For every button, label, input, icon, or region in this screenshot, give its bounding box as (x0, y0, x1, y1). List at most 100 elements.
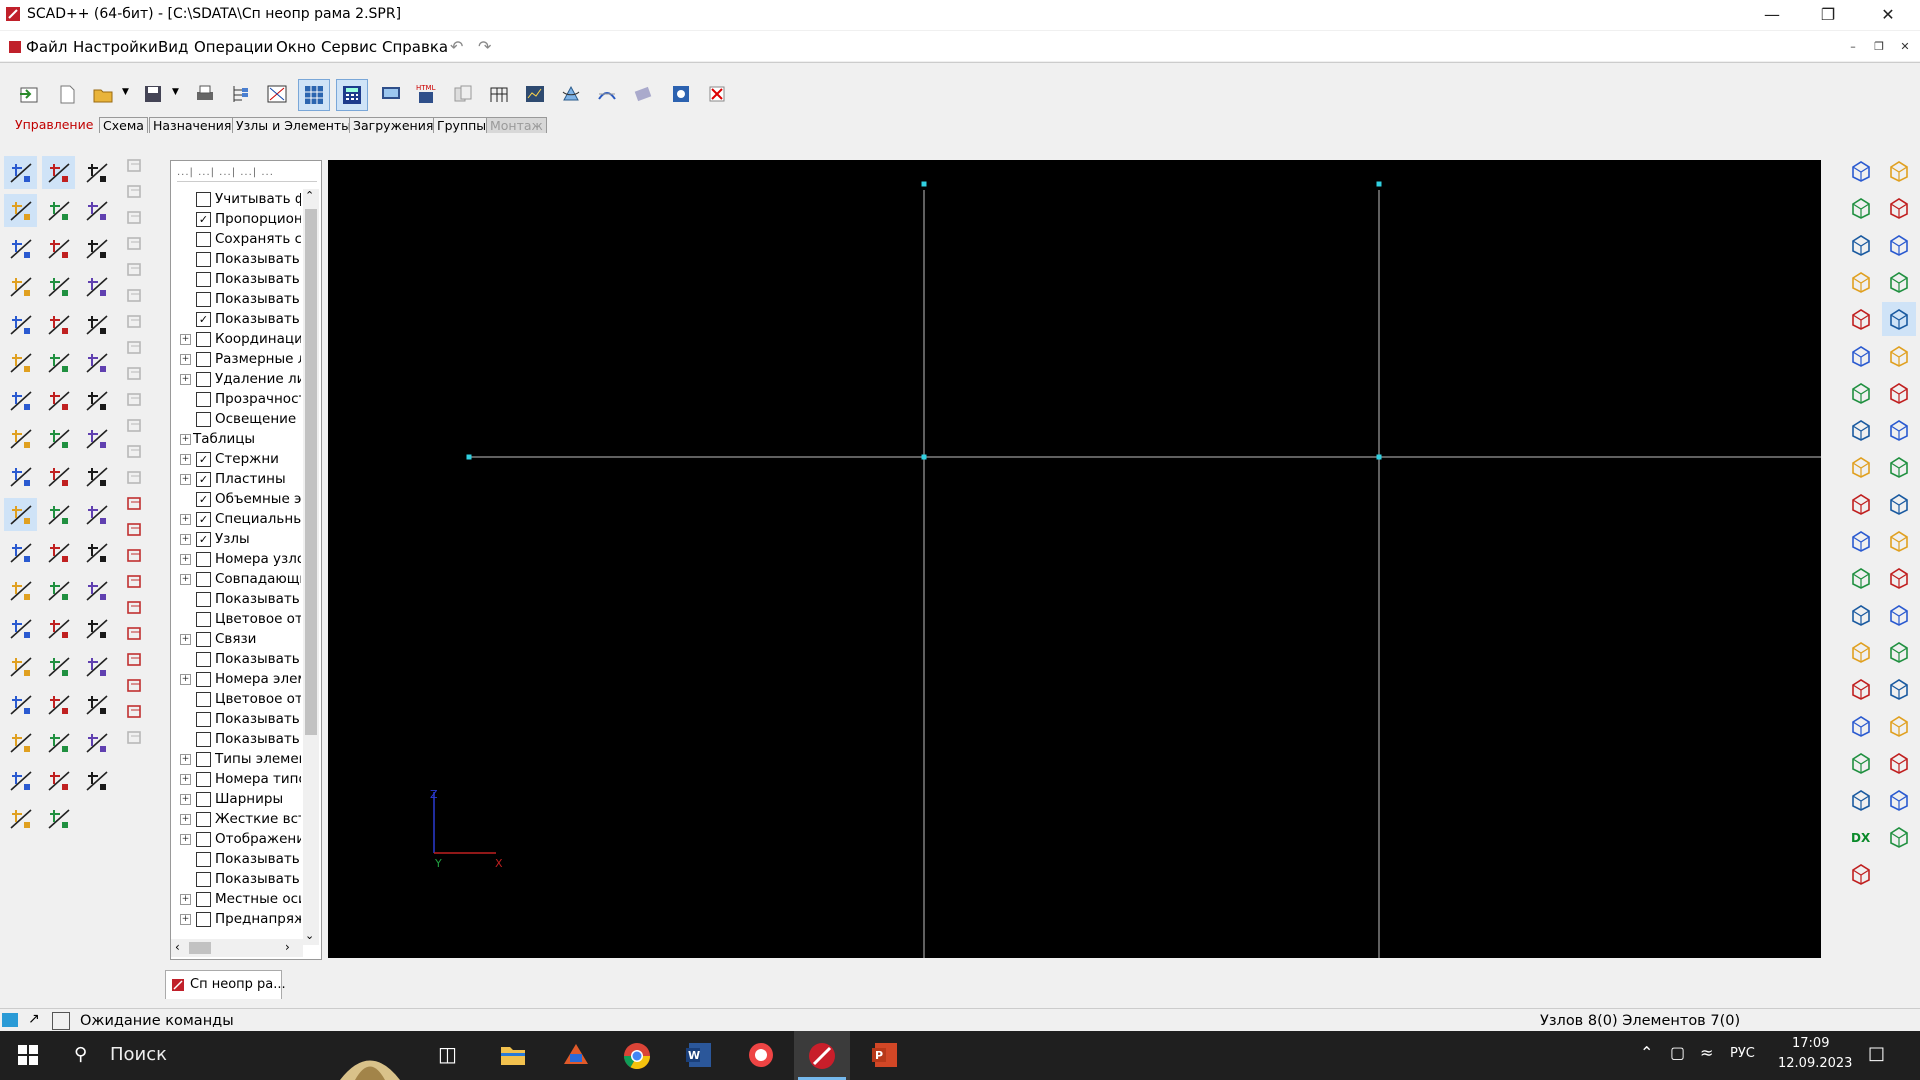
plate-tool-icon[interactable] (80, 498, 113, 531)
settings-icon[interactable] (666, 79, 696, 109)
tree-checkbox[interactable] (196, 232, 211, 247)
tree-expand-icon[interactable]: + (180, 354, 191, 365)
tab-assembly[interactable]: Монтаж (486, 117, 547, 133)
tree-expand-icon[interactable]: + (180, 514, 191, 525)
solid-tool-icon[interactable] (4, 536, 37, 569)
tray-chevron-icon[interactable]: ⌃ (1640, 1043, 1653, 1062)
tree-checkbox[interactable] (196, 712, 211, 727)
search-icon[interactable]: ⚲ (74, 1044, 87, 1065)
tree-expand-icon[interactable]: + (180, 554, 191, 565)
tree-expand-icon[interactable]: + (180, 634, 191, 645)
layer-stack-icon[interactable] (80, 726, 113, 759)
id-tool-icon[interactable] (1882, 783, 1916, 817)
color-list-icon[interactable] (4, 764, 37, 797)
tree-checkbox[interactable] (196, 852, 211, 867)
tray-device-icon[interactable]: ▢ (1670, 1043, 1685, 1062)
parallel-move-icon[interactable] (4, 346, 37, 379)
documents-icon[interactable] (448, 79, 478, 109)
tree-row[interactable]: Показывать (171, 589, 301, 609)
powerpoint-icon[interactable]: P (872, 1042, 898, 1068)
local-axes-icon[interactable] (4, 460, 37, 493)
cube-c-icon[interactable] (1844, 413, 1878, 447)
tree-scroll-thumb[interactable] (305, 209, 317, 735)
tree-expand-icon[interactable]: + (180, 334, 191, 345)
tree-expand-icon[interactable]: + (180, 774, 191, 785)
bar-chart-icon[interactable] (4, 688, 37, 721)
aux-tool-10-icon[interactable] (122, 388, 148, 412)
tree-row[interactable]: Показывать (171, 249, 301, 269)
tree-checkbox[interactable]: ✓ (196, 512, 211, 527)
tree-checkbox[interactable] (196, 732, 211, 747)
aux-tool-8-icon[interactable] (122, 336, 148, 360)
node-numbering-icon[interactable] (4, 232, 37, 265)
save-icon[interactable] (138, 79, 168, 109)
tab-groups[interactable]: Группы (433, 117, 491, 133)
monitor-icon[interactable] (376, 79, 406, 109)
aux-tool-21-icon[interactable] (122, 674, 148, 698)
screenshot-icon[interactable] (1844, 598, 1878, 632)
tree-checkbox[interactable] (196, 672, 211, 687)
restore-button[interactable]: ❐ (1800, 0, 1856, 30)
status-layers-icon[interactable] (2, 1013, 18, 1027)
tree-row[interactable]: + Номера элем (171, 669, 301, 689)
import-icon[interactable] (14, 79, 44, 109)
tree-expand-icon[interactable]: + (180, 754, 191, 765)
mdi-minimize-button[interactable]: – (1844, 39, 1862, 55)
menu-operations[interactable]: Операции (194, 38, 273, 56)
hinge-icon[interactable] (42, 270, 75, 303)
aux-tool-18-icon[interactable] (122, 596, 148, 620)
tree-checkbox[interactable] (196, 792, 211, 807)
frame-table-icon[interactable] (484, 79, 514, 109)
rotate-z-icon[interactable] (1844, 228, 1878, 262)
model-canvas[interactable]: Z Y X (328, 160, 1821, 958)
paint-a-icon[interactable] (1844, 635, 1878, 669)
copy-tool-icon[interactable] (42, 346, 75, 379)
coef-k-icon[interactable] (4, 802, 37, 835)
menu-settings[interactable]: Настройки (73, 38, 158, 56)
tree-row[interactable]: + Удаление ли (171, 369, 301, 389)
color-grid-icon[interactable] (42, 688, 75, 721)
table-tool-icon[interactable] (80, 308, 113, 341)
export-icon[interactable] (628, 79, 658, 109)
cube-a-icon[interactable] (1844, 376, 1878, 410)
tree-row[interactable]: + Отображени (171, 829, 301, 849)
tree-row[interactable]: ✓ Пропорцион (171, 209, 301, 229)
solid-block-icon[interactable] (80, 536, 113, 569)
node-grid-2-icon[interactable] (80, 422, 113, 455)
tree-checkbox[interactable] (196, 412, 211, 427)
tree-row[interactable]: + Типы элемен (171, 749, 301, 769)
flame-g-icon[interactable] (42, 802, 75, 835)
tree-checkbox[interactable] (196, 832, 211, 847)
aux-tool-22-icon[interactable] (122, 700, 148, 724)
paint-b-icon[interactable] (1882, 635, 1916, 669)
tab-nodes-elements[interactable]: Узлы и Элементы (232, 117, 356, 133)
tree-row[interactable]: + Таблицы (171, 429, 301, 449)
tree-expand-icon[interactable]: + (180, 834, 191, 845)
close-button[interactable]: ✕ (1860, 0, 1916, 30)
tree-row[interactable]: Показывать (171, 729, 301, 749)
scroll-up-icon[interactable]: ⌃ (305, 189, 314, 202)
tree-checkbox[interactable]: ✓ (196, 472, 211, 487)
windows-start-icon[interactable] (18, 1045, 38, 1065)
menu-help[interactable]: Справка (382, 38, 448, 56)
scroll-left-icon[interactable]: ‹ (175, 940, 180, 954)
clock-date[interactable]: 12.09.2023 (1778, 1056, 1852, 1071)
cube-d-icon[interactable] (1882, 413, 1916, 447)
task-view-icon[interactable]: ◫ (438, 1042, 457, 1066)
minimize-button[interactable]: — (1744, 0, 1800, 30)
grid-view-icon[interactable] (80, 460, 113, 493)
tree-checkbox[interactable] (196, 372, 211, 387)
tree-row[interactable]: + ✓ Пластины (171, 469, 301, 489)
tree-expand-icon[interactable]: + (180, 454, 191, 465)
tree-checkbox[interactable]: ✓ (196, 532, 211, 547)
tree-row[interactable]: + Совпадающи (171, 569, 301, 589)
tree-expand-icon[interactable]: + (180, 674, 191, 685)
wifi-icon[interactable]: ≈ (1700, 1043, 1713, 1062)
paint-brush-icon[interactable] (4, 574, 37, 607)
brush-icon[interactable] (4, 156, 37, 189)
multi-node-icon[interactable] (42, 498, 75, 531)
tree-row[interactable]: + Номера узло (171, 549, 301, 569)
grid-select-icon[interactable] (1844, 524, 1878, 558)
tree-checkbox[interactable] (196, 612, 211, 627)
tree-checkbox[interactable]: ✓ (196, 312, 211, 327)
